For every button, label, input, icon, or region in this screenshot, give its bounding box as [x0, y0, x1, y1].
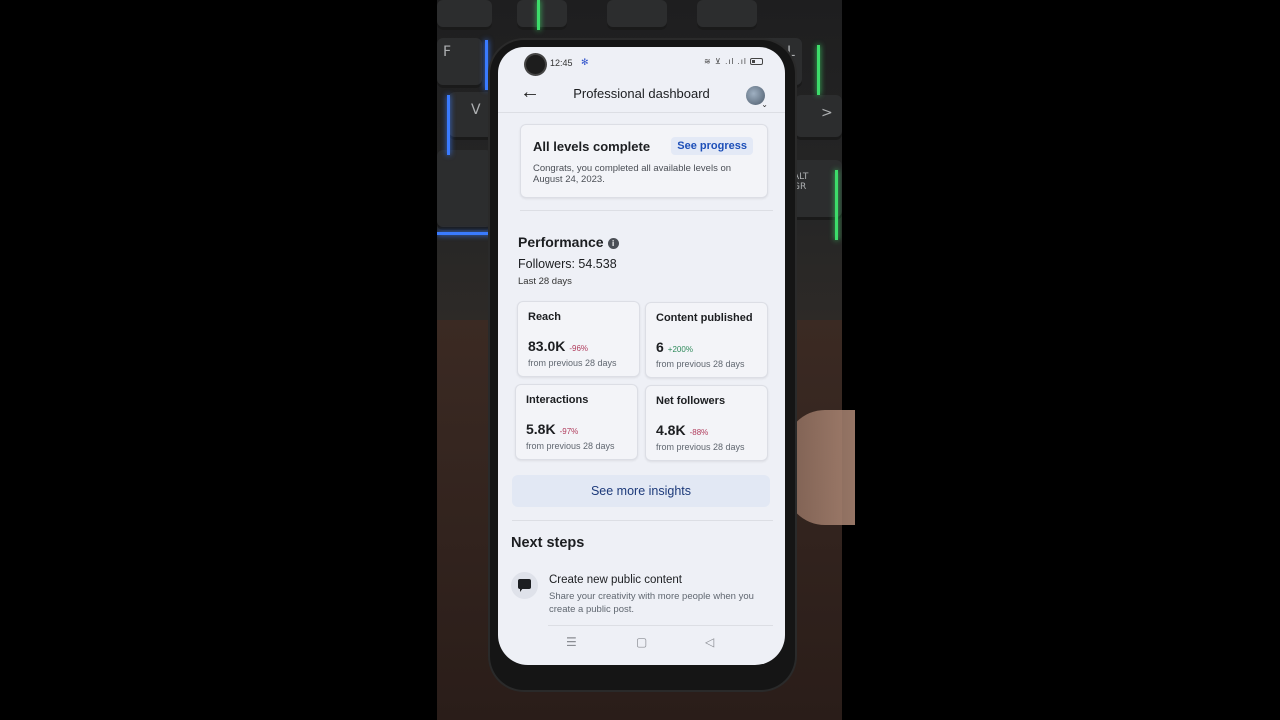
stat-card-interactions[interactable]: Interactions 5.8K -97% from previous 28 d… [515, 384, 638, 460]
divider [512, 520, 773, 521]
wifi-icon: ≋ [704, 57, 712, 66]
back-icon[interactable]: ◁ [705, 635, 714, 649]
keyboard-key [697, 0, 757, 30]
performance-title: Performance [518, 234, 604, 250]
keyboard-key [517, 0, 567, 30]
status-time: 12:45 [550, 58, 573, 68]
keyboard-glow [437, 232, 497, 235]
stat-label: Reach [528, 311, 562, 323]
stat-sub: from previous 28 days [656, 442, 745, 452]
keyboard-key [607, 0, 667, 30]
period-label: Last 28 days [518, 276, 572, 287]
volte-icon: ⊻ [714, 57, 722, 66]
keyboard-glow [835, 170, 838, 240]
keyboard-glow [485, 40, 488, 90]
signal-icon: .ıl [737, 57, 747, 66]
followers-count: Followers: 54.538 [518, 257, 617, 271]
next-step-title: Create new public content [549, 574, 682, 586]
keyboard-key-f: F [437, 38, 482, 88]
stat-label: Content published [656, 312, 753, 324]
stat-number: 5.8K [526, 421, 556, 437]
stat-card-net-followers[interactable]: Net followers 4.8K -88% from previous 28 … [645, 385, 768, 461]
stat-value: 5.8K -97% [526, 421, 578, 437]
see-more-insights-button[interactable]: See more insights [512, 475, 770, 507]
stat-change: -96% [569, 344, 589, 353]
phone-screen: 12:45 ✻ ≋ ⊻ .ıl .ıl ← Professional dashb… [498, 47, 785, 665]
system-nav-bar: ☰ ▢ ◁ [498, 625, 785, 665]
divider [520, 210, 773, 211]
keyboard-key [437, 0, 492, 30]
see-progress-button[interactable]: See progress [671, 137, 753, 155]
performance-heading: Performance i [518, 234, 619, 250]
stat-card-content-published[interactable]: Content published 6 +200% from previous 2… [645, 302, 768, 378]
keyboard-key [437, 150, 492, 230]
stat-sub: from previous 28 days [656, 359, 745, 369]
signal-icon: .ıl [725, 57, 735, 66]
info-icon[interactable]: i [607, 238, 619, 249]
stat-sub: from previous 28 days [526, 441, 615, 451]
stat-number: 83.0K [528, 338, 566, 354]
battery-icon [750, 58, 763, 66]
stat-change: +200% [667, 345, 693, 354]
signal-icons: ≋ ⊻ .ıl .ıl [704, 57, 763, 66]
next-step-description: Share your creativity with more people w… [549, 591, 754, 615]
stat-label: Interactions [526, 394, 589, 406]
gear-icon: ✻ [581, 57, 589, 67]
stat-value: 4.8K -88% [656, 422, 708, 438]
home-icon[interactable]: ▢ [636, 635, 647, 649]
keyboard-glow [447, 95, 450, 155]
stat-value: 6 +200% [656, 339, 693, 355]
levels-description: Congrats, you completed all available le… [533, 163, 732, 185]
finger [785, 410, 855, 525]
stat-change: -88% [689, 428, 709, 437]
stat-value: 83.0K -96% [528, 338, 588, 354]
menu-icon[interactable]: ☰ [566, 635, 577, 649]
levels-title: All levels complete [533, 139, 651, 154]
keyboard-glow [817, 45, 820, 95]
next-steps-heading: Next steps [511, 535, 585, 551]
stat-label: Net followers [656, 395, 726, 407]
keyboard-glow [537, 0, 540, 30]
page-title: Professional dashboard [573, 86, 710, 101]
levels-card: All levels complete See progress Congrat… [520, 124, 768, 198]
app-bar: ← Professional dashboard [498, 79, 785, 113]
stat-number: 4.8K [656, 422, 686, 438]
stat-card-reach[interactable]: Reach 83.0K -96% from previous 28 days [517, 301, 640, 377]
keyboard-key-altgr: ALT GR [787, 160, 842, 220]
front-camera [526, 55, 545, 74]
avatar[interactable] [746, 86, 768, 109]
status-bar: 12:45 ✻ ≋ ⊻ .ıl .ıl [498, 47, 785, 79]
stat-sub: from previous 28 days [528, 358, 617, 368]
keyboard-key-greater: > [795, 95, 842, 140]
stat-number: 6 [656, 339, 664, 355]
stat-change: -97% [559, 427, 579, 436]
chat-bubble-icon [511, 572, 538, 599]
